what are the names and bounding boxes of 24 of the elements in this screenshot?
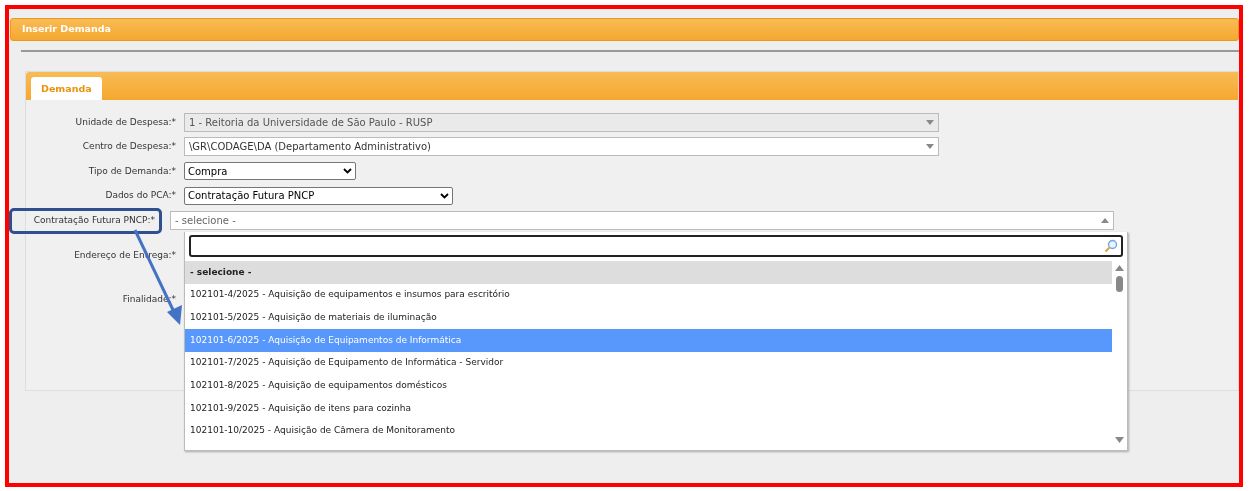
dropdown-icon bbox=[926, 119, 934, 125]
dropdown-option[interactable]: 102101-9/2025 - Aquisição de itens para cozinha bbox=[185, 397, 1112, 420]
chevron-icon bbox=[440, 192, 449, 199]
chevron-icon bbox=[343, 168, 352, 175]
dropdown-option[interactable]: 102101-8/2025 - Aquisição de equipamentos domésticos bbox=[185, 374, 1112, 398]
field-label: Tipo de Demanda:* bbox=[87, 164, 176, 178]
search-field[interactable] bbox=[189, 235, 1123, 257]
dropdown-icon bbox=[1101, 218, 1109, 224]
dropdown-field[interactable]: Compra bbox=[184, 162, 356, 181]
search-icon bbox=[1104, 239, 1118, 253]
dropdown-option[interactable]: 102101-4/2025 - Aquisição de equipamentos e insumos para escritório bbox=[185, 283, 1112, 307]
dropdown-option[interactable]: 102101-5/2025 - Aquisição de materiais de iluminação bbox=[185, 306, 1112, 330]
highlighted-label: Contratação Futura PNCP:* bbox=[9, 208, 162, 234]
field-label: Dados do PCA:* bbox=[104, 189, 176, 202]
dropdown-field[interactable]: Contratação Futura PNCP bbox=[184, 186, 453, 205]
field-label: Centro de Despesa:* bbox=[81, 140, 176, 153]
dropdown-option[interactable]: - selecione - bbox=[185, 261, 1112, 284]
dropdown-field[interactable]: \GR\CODAGE\DA (Departamento Administrativo) bbox=[184, 137, 939, 157]
dropdown-option[interactable]: 102101-10/2025 - Aquisição de Câmera de Monitoramento bbox=[185, 419, 1112, 443]
dropdown-option[interactable]: 102101-7/2025 - Aquisição de Equipamento de Informática - Servidor bbox=[185, 351, 1112, 375]
window-title: Inserir Demanda bbox=[10, 18, 1239, 41]
dropdown-field[interactable]: - selecione - bbox=[170, 211, 1114, 231]
dropdown-icon bbox=[926, 144, 934, 150]
field-label: Unidade de Despesa:* bbox=[74, 115, 176, 129]
